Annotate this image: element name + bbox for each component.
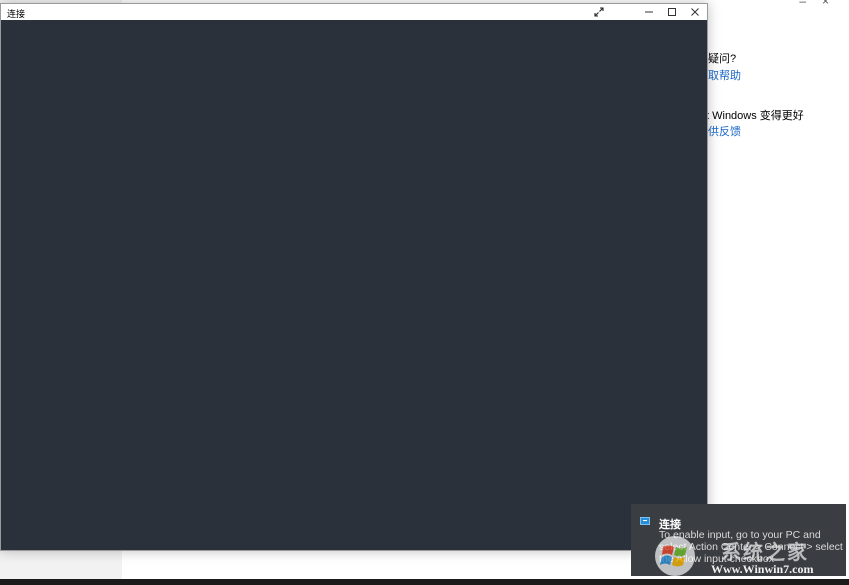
minimize-icon [645,11,653,13]
window-title: 连接 [7,9,26,19]
connect-window: 连接 [0,3,708,551]
projection-area[interactable] [1,20,707,550]
expand-icon [594,7,604,17]
give-feedback-link[interactable]: 供反馈 [708,123,741,139]
expand-button[interactable] [587,4,611,20]
maximize-button[interactable] [660,4,684,20]
title-bar[interactable]: 连接 [1,4,707,20]
connect-app-icon [640,517,650,525]
close-button[interactable] [683,4,707,20]
questions-heading: 疑问? [708,53,737,65]
toast-notification[interactable]: 连接 To enable input, go to your PC and se… [631,504,846,576]
close-icon [691,8,699,16]
toast-message: To enable input, go to your PC and selec… [659,529,843,565]
settings-window-controls: –× [799,0,845,8]
minimize-button[interactable] [637,4,661,20]
taskbar [0,579,849,585]
feedback-heading: t Windows 变得更好 [706,110,804,122]
get-help-link[interactable]: 取帮助 [708,67,741,83]
maximize-icon [668,8,676,16]
